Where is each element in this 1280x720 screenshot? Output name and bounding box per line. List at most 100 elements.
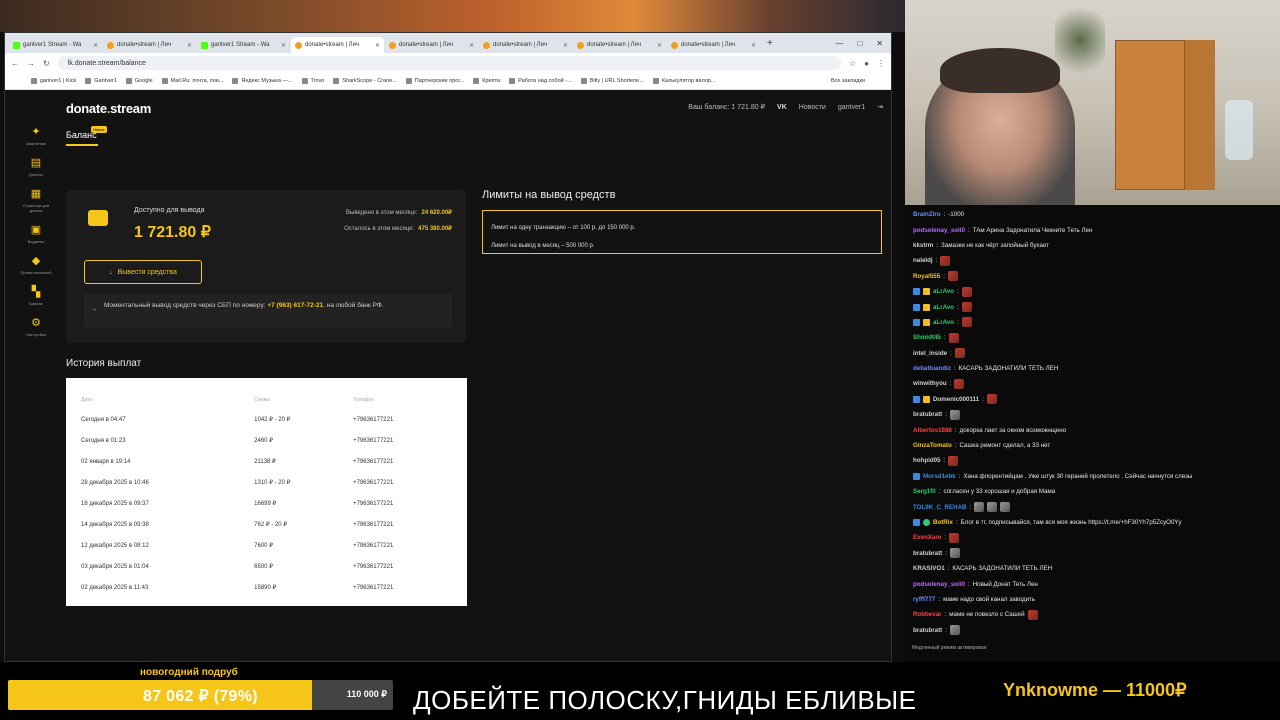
table-cell: 21138 ₽ — [254, 459, 276, 465]
bookmark-item[interactable]: Партнерские прог... — [405, 78, 464, 84]
chat-nick[interactable]: Morsd1ebk — [923, 473, 956, 480]
maximize-icon[interactable]: □ — [857, 39, 862, 48]
forward-icon[interactable]: → — [27, 59, 35, 68]
chat-nick[interactable]: Royal555 — [913, 273, 940, 280]
donate-icon: ▤ — [30, 157, 42, 169]
chat-message: podsolenay_soli0: Новый Донат Теть Лен — [913, 580, 1038, 588]
bookmark-item[interactable]: Mail.Ru: почта, пои... — [161, 78, 223, 84]
bookmark-label: Google — [134, 78, 153, 84]
chat-nick[interactable]: hohpid05 — [913, 457, 941, 464]
limit-month: Лимит на вывод в месяц – 500 000 р. — [491, 243, 595, 249]
chat-nick[interactable]: naleldj — [913, 257, 933, 264]
chat-nick[interactable]: aLrAvo — [933, 288, 954, 295]
sidebar-item[interactable]: ⚙ Настройки — [26, 316, 46, 337]
bookmark-item[interactable]: SharkScope - Crane... — [333, 78, 397, 84]
profile-icon[interactable]: ● — [864, 59, 869, 68]
tab-close-icon[interactable]: ✕ — [281, 42, 286, 49]
chat-nick[interactable]: intel_inside — [913, 350, 947, 357]
browser-tab[interactable]: donate•stream | Лич ✕ — [667, 37, 760, 53]
browser-tab[interactable]: donate•stream | Лич ✕ — [103, 37, 196, 53]
table-cell: Сегодня в 01:23 — [81, 437, 126, 444]
chat-nick[interactable]: EvenXare — [913, 534, 941, 541]
chat-nick[interactable]: Shmidt45 — [913, 334, 941, 341]
payments-icon: ◆ — [31, 255, 41, 267]
table-cell: 28 декабря 2025 в 10:46 — [81, 479, 149, 486]
chat-text: Блог в тг, подписывайся, там вся моя жиз… — [960, 519, 1182, 526]
chat-nick[interactable]: GinzaTomato — [913, 442, 952, 449]
site-logo[interactable]: donate.stream — [66, 101, 151, 116]
back-icon[interactable]: ← — [11, 59, 19, 68]
logout-icon[interactable]: ⇥ — [877, 103, 883, 111]
chat-nick[interactable]: KRASIVO1 — [913, 565, 945, 572]
chat-nick[interactable]: aLrAvo — [933, 304, 954, 311]
chat-nick[interactable]: podsolenay_soli0 — [913, 227, 965, 234]
browser-tab[interactable]: donate•stream | Лич ✕ — [385, 37, 478, 53]
bookmark-item[interactable]: gantver1 | Kick — [31, 78, 76, 84]
browser-tab[interactable]: donate•stream | Лич ✕ — [291, 37, 384, 53]
chat-nick[interactable]: Serg1fil — [913, 488, 936, 495]
url-field[interactable]: lk.donate.stream/balance — [57, 56, 841, 70]
browser-tab[interactable]: donate•stream | Лич ✕ — [573, 37, 666, 53]
tab-close-icon[interactable]: ✕ — [563, 42, 568, 49]
chat-nick[interactable]: podsolenay_soli0 — [913, 581, 965, 588]
sidebar-item[interactable]: ◆ Прием платежей — [20, 254, 51, 275]
bookmark-item[interactable]: Trovo — [301, 78, 324, 84]
browser-tab[interactable]: gantver1 Stream - Wa ✕ — [9, 37, 102, 53]
cabinet — [1115, 40, 1185, 190]
chat-nick[interactable]: aLrAvo — [933, 319, 954, 326]
table-cell: 2460 ₽ — [254, 438, 273, 444]
available-label: Доступно для вывода — [134, 207, 205, 214]
table-header: Дата Сумма Телефон — [81, 394, 452, 406]
address-bar: ← → ↻ lk.donate.stream/balance ☆ ● ⋮ — [5, 53, 891, 73]
all-bookmarks[interactable]: Все закладки — [831, 78, 865, 84]
menu-icon[interactable]: ⋮ — [877, 59, 885, 68]
new-tab-icon[interactable]: + — [761, 38, 779, 49]
chat-nick[interactable]: bratubratt — [913, 411, 942, 418]
chat-nick[interactable]: bratubratt — [913, 550, 942, 557]
chat-emote-icon — [954, 378, 965, 389]
chat-nick[interactable]: Robbevar — [913, 611, 942, 618]
chat-nick[interactable]: TOL9K_C_REHAB — [913, 504, 967, 511]
sidebar-item[interactable]: ▚ Баланс — [29, 285, 43, 306]
chat-nick[interactable]: debatluandiz — [913, 365, 951, 372]
bookmark-item[interactable]: Google — [125, 78, 153, 84]
tab-close-icon[interactable]: ✕ — [657, 42, 662, 49]
sidebar-item[interactable]: ▣ Виджеты — [28, 223, 45, 244]
news-link[interactable]: Новости — [799, 104, 826, 111]
chat-nick[interactable]: kkstrm — [913, 242, 933, 249]
bookmark-star-icon[interactable]: ☆ — [849, 59, 856, 68]
tab-close-icon[interactable]: ✕ — [469, 42, 474, 49]
chat-message: debatluandiz: КАСАРЬ ЗАДОНАТИЛИ ТЕТЬ ЛЕН — [913, 365, 1059, 373]
bookmark-item[interactable]: Bitly | URL Shortene... — [580, 78, 644, 84]
bookmark-item[interactable]: Работа над собой -... — [509, 78, 572, 84]
chat-message: aLrAvo: — [913, 299, 1272, 314]
chat-nick[interactable]: Domenic000111 — [933, 396, 979, 403]
chat-nick[interactable]: Albertos1888 — [913, 427, 952, 434]
chat-nick[interactable]: bratubratt — [913, 627, 942, 634]
page-icon: ▦ — [30, 188, 42, 200]
tab-close-icon[interactable]: ✕ — [93, 42, 98, 49]
browser-tab[interactable]: donate•stream | Лич ✕ — [479, 37, 572, 53]
minimize-icon[interactable]: — — [835, 39, 843, 48]
chat-nick[interactable]: winwithyou — [913, 380, 947, 387]
close-icon[interactable]: ✕ — [876, 39, 883, 48]
vk-icon[interactable]: VK — [777, 104, 787, 111]
bookmark-item[interactable]: Калькулятор валор... — [652, 78, 715, 84]
water-bottle — [1225, 100, 1253, 160]
chat-nick[interactable]: ryfff777 — [913, 596, 935, 603]
tab-close-icon[interactable]: ✕ — [751, 42, 756, 49]
sidebar-item[interactable]: ✦ Аналитика — [26, 125, 46, 146]
bookmark-item[interactable]: Крипта — [473, 78, 500, 84]
bookmark-item[interactable]: Яндекс Музыка —... — [232, 78, 293, 84]
sidebar-item[interactable]: ▤ Донаты — [29, 156, 43, 177]
tab-close-icon[interactable]: ✕ — [187, 42, 192, 49]
browser-tab[interactable]: gantver1 Stream - Wa ✕ — [197, 37, 290, 53]
tab-close-icon[interactable]: ✕ — [375, 42, 380, 49]
withdraw-button[interactable]: ↓ Вывести средства — [84, 260, 202, 284]
sidebar-item[interactable]: ▦ Страница для доната — [17, 187, 55, 213]
user-menu[interactable]: gantver1 — [838, 104, 865, 111]
reload-icon[interactable]: ↻ — [43, 59, 50, 68]
chat-nick[interactable]: BrainZiro — [913, 211, 941, 218]
bookmark-item[interactable]: Gantver1 — [85, 78, 117, 84]
chat-nick[interactable]: BotRix — [933, 519, 953, 526]
